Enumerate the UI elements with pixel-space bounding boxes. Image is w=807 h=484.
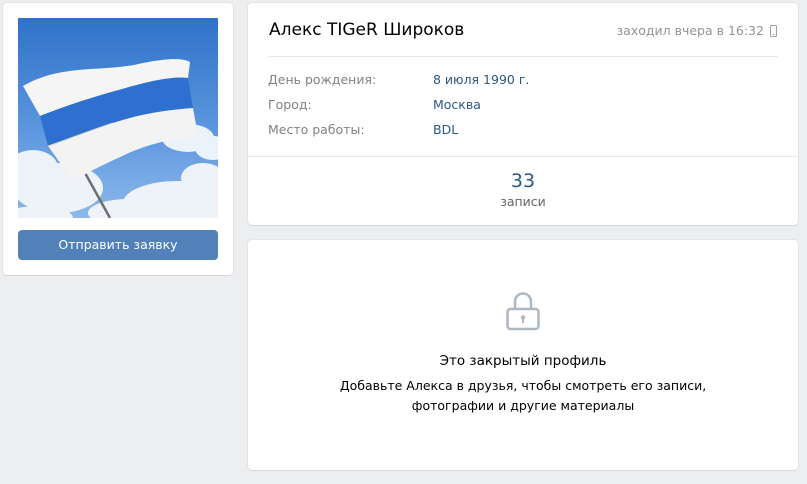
work-label: Место работы: (268, 122, 365, 137)
avatar-card: Отправить заявку (3, 3, 233, 275)
posts-count-label: записи (500, 194, 546, 209)
profile-name: Алекс TIGeR Широков (269, 20, 465, 40)
avatar[interactable] (18, 18, 218, 218)
send-friend-request-button[interactable]: Отправить заявку (18, 230, 218, 260)
work-value-link[interactable]: BDL (433, 121, 458, 139)
posts-counter[interactable]: 33 записи (248, 168, 798, 210)
counters-divider (248, 156, 798, 157)
posts-count: 33 (510, 170, 536, 192)
private-profile-description: Добавьте Алекса в друзья, чтобы смотреть… (318, 376, 728, 416)
city-value-link[interactable]: Москва (433, 96, 481, 114)
mobile-phone-icon (770, 25, 777, 37)
private-description-line-1: Добавьте Алекса в друзья, чтобы смотреть… (339, 378, 707, 393)
lock-icon (506, 292, 540, 331)
last-seen-text: заходил вчера в 16:32 (616, 23, 764, 38)
last-seen-status: заходил вчера в 16:32 (617, 23, 777, 39)
birthday-value-link[interactable]: 8 июля 1990 г. (433, 71, 529, 89)
profile-info-card: Алекс TIGeR Широков заходил вчера в 16:3… (248, 3, 798, 225)
private-profile-title: Это закрытый профиль (439, 353, 607, 369)
private-profile-card: Это закрытый профиль Добавьте Алекса в д… (248, 240, 798, 470)
private-description-line-2: фотографии и другие материалы (411, 398, 635, 413)
city-label: Город: (268, 97, 312, 112)
header-divider (268, 56, 778, 57)
birthday-label: День рождения: (268, 72, 377, 87)
